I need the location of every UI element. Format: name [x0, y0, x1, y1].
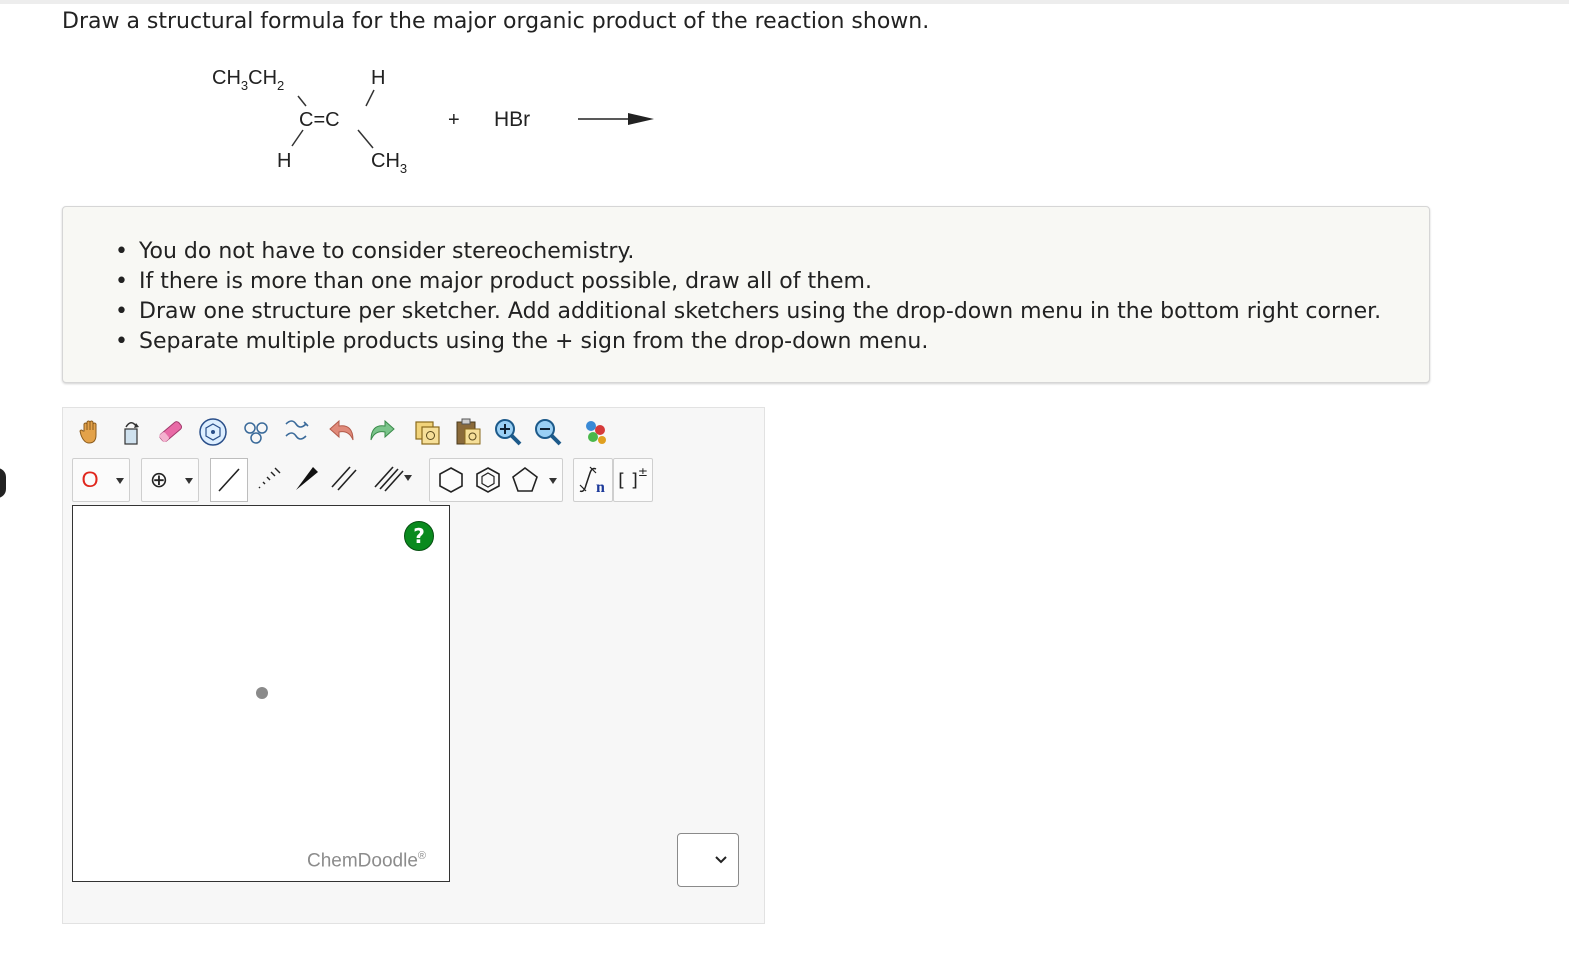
zoom-in-icon[interactable] — [490, 414, 526, 450]
redo-icon[interactable] — [363, 414, 399, 450]
benzene-icon[interactable] — [476, 467, 500, 493]
chevron-down-icon — [185, 478, 193, 484]
alkene-double-bond-label: C=C — [299, 109, 340, 131]
chevron-down-icon — [404, 475, 412, 481]
single-bond-icon[interactable] — [210, 458, 248, 502]
help-button[interactable]: ? — [404, 521, 434, 551]
copy-icon[interactable] — [409, 414, 445, 450]
instructions-box: You do not have to consider stereochemis… — [62, 206, 1430, 383]
instruction-item: Separate multiple products using the + s… — [115, 327, 1381, 357]
chevron-down-icon — [715, 856, 727, 864]
drawing-canvas[interactable]: ? ChemDoodle® — [72, 505, 450, 882]
charge-tool[interactable]: ⊕ — [141, 458, 199, 502]
chevron-down-icon — [549, 478, 557, 484]
chevron-down-icon — [116, 478, 124, 484]
bracket-tool[interactable]: [ ] ± — [613, 458, 653, 502]
clean-structure-icon[interactable] — [278, 414, 314, 450]
element-colors-icon[interactable] — [577, 414, 613, 450]
add-sketcher-dropdown[interactable] — [677, 833, 739, 887]
repeat-unit-tool[interactable]: n — [573, 458, 613, 502]
templates-icon[interactable] — [238, 414, 274, 450]
bracket-charge-label: ± — [637, 465, 648, 479]
canvas-cursor-dot — [256, 687, 268, 699]
hand-icon[interactable] — [73, 414, 109, 450]
paste-icon[interactable] — [450, 414, 486, 450]
zoom-out-icon[interactable] — [530, 414, 566, 450]
clear-icon[interactable] — [113, 414, 149, 450]
edge-marker — [0, 468, 6, 498]
top-border — [0, 0, 1569, 4]
plus-sign: + — [448, 109, 460, 131]
reaction-arrow-head — [628, 113, 654, 125]
bracket-label: [ ] — [618, 469, 638, 491]
ethyl-group-label: CH3CH2 — [212, 67, 284, 93]
instructions-list: You do not have to consider stereochemis… — [63, 237, 1381, 357]
atom-label-text: O — [81, 467, 99, 492]
cyclopentane-icon[interactable] — [512, 467, 538, 492]
bottom-hydrogen-label: H — [277, 150, 291, 172]
plus-charge-icon: ⊕ — [149, 467, 169, 493]
instruction-item: Draw one structure per sketcher. Add add… — [115, 297, 1381, 327]
undo-icon[interactable] — [325, 414, 361, 450]
instruction-item: If there is more than one major product … — [115, 267, 1381, 297]
triple-bond-icon[interactable] — [362, 460, 416, 496]
double-bond-icon[interactable] — [325, 460, 361, 496]
atom-label-tool[interactable]: O — [72, 458, 130, 502]
ring-tool-group[interactable] — [429, 458, 563, 502]
chemdoodle-brand: ChemDoodle® — [307, 850, 426, 872]
eraser-icon[interactable] — [153, 414, 189, 450]
cyclohexane-icon[interactable] — [439, 467, 463, 493]
wedge-bond-icon[interactable] — [288, 460, 324, 496]
top-hydrogen-label: H — [371, 67, 385, 89]
brand-mark: ® — [417, 850, 427, 862]
reagent-label: HBr — [494, 108, 530, 131]
reaction-scheme: CH3CH2 H C=C H CH3 + HBr — [200, 58, 680, 188]
question-text: Draw a structural formula for the major … — [62, 9, 930, 34]
brand-text: ChemDoodle — [307, 850, 418, 872]
lasso-select-icon[interactable] — [195, 414, 231, 450]
methyl-group-label: CH3 — [371, 150, 407, 176]
repeat-n-label: n — [596, 479, 605, 495]
hashed-bond-icon[interactable] — [250, 460, 286, 496]
instruction-item: You do not have to consider stereochemis… — [115, 237, 1381, 267]
